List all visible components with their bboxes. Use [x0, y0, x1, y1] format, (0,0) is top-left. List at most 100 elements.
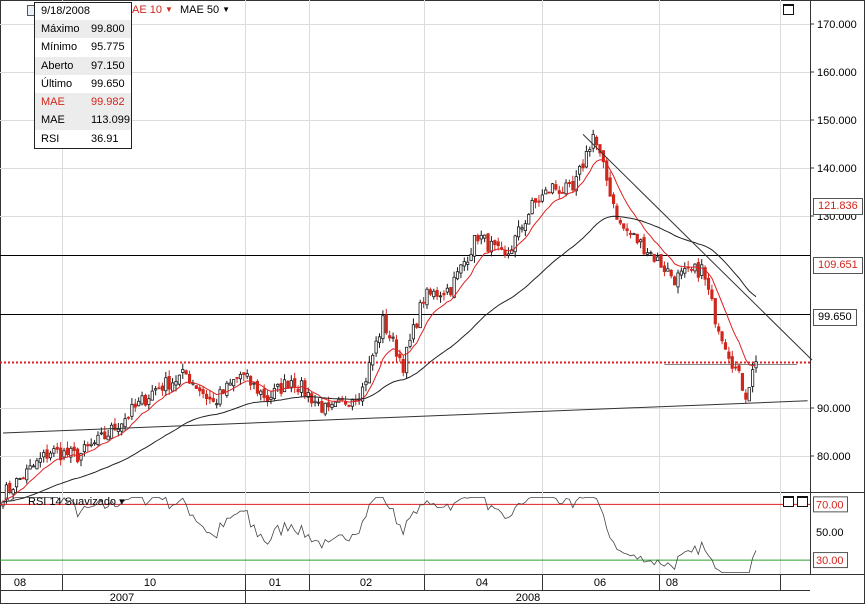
month-label: 04 — [476, 577, 488, 589]
candle-body — [31, 465, 36, 468]
candle-body — [408, 339, 412, 347]
candle-body — [147, 398, 151, 405]
candle-body — [215, 403, 219, 406]
candle-body — [381, 315, 385, 340]
candle-body — [296, 388, 300, 393]
candle-body — [717, 326, 721, 332]
month-label: 08 — [14, 577, 26, 589]
candle-body — [242, 372, 246, 375]
tooltip-row: Mínimo 95.775 — [35, 38, 131, 56]
candle-body — [21, 477, 25, 480]
candle-body — [676, 272, 680, 288]
candle-body — [249, 375, 253, 386]
candle-body — [533, 198, 538, 203]
mae50-indicator-button[interactable]: MAE 50 ▼ — [180, 4, 230, 16]
candle-body — [225, 382, 229, 396]
candle-body — [700, 264, 704, 276]
candle-body — [720, 331, 724, 342]
tooltip-row-value: 99.982 — [91, 96, 125, 109]
candle-body — [14, 478, 19, 488]
candle-body — [92, 442, 97, 445]
candle-body — [696, 262, 700, 278]
candle-body — [442, 292, 446, 296]
candle-body — [432, 290, 436, 298]
candle-body — [286, 380, 290, 389]
candle-body — [140, 395, 144, 405]
candle-body — [181, 369, 185, 373]
tooltip-row-label: RSI — [41, 132, 60, 145]
candle-body — [82, 444, 86, 453]
candle-body — [350, 399, 354, 407]
candle-body — [547, 191, 551, 194]
candle-body — [99, 432, 103, 435]
candle-body — [238, 373, 243, 380]
candle-body — [472, 234, 477, 257]
candle-body — [62, 450, 66, 458]
candle-body — [333, 401, 337, 407]
candle-body — [123, 418, 127, 428]
candle-body — [198, 387, 202, 392]
candle-body — [109, 424, 114, 439]
mae50-label: MAE 50 — [180, 4, 220, 16]
candle-body — [537, 200, 541, 203]
candle-body — [96, 434, 100, 446]
candle-body — [259, 390, 263, 395]
candle-body — [116, 428, 120, 432]
moving-averages — [2, 159, 757, 503]
candle-body — [710, 289, 714, 300]
tooltip-row-value: 36.91 — [91, 132, 119, 145]
candle-body — [591, 134, 595, 149]
tooltip-row: Último 99.650 — [35, 75, 131, 93]
level-tag-109651: 109.651 — [813, 257, 863, 274]
candle-body — [503, 249, 507, 256]
price-tick-label: 170.000 — [817, 19, 857, 31]
mae10-indicator-button[interactable]: AE 10 ▼ — [132, 4, 173, 16]
year-label: 2007 — [110, 592, 134, 604]
candle-body — [493, 240, 497, 246]
maximize-rsi-panel-icon[interactable] — [783, 496, 794, 507]
candle-body — [55, 446, 59, 450]
maximize-price-panel-icon[interactable] — [783, 4, 794, 15]
candle-body — [435, 290, 439, 297]
candle-body — [578, 165, 582, 175]
candle-body — [734, 366, 738, 369]
candle-body — [611, 194, 616, 205]
candle-body — [550, 183, 555, 194]
candle-body — [18, 478, 22, 480]
candle-body — [177, 374, 181, 385]
restore-rsi-panel-icon[interactable] — [797, 496, 808, 507]
tooltip-row: Aberto 97.150 — [35, 56, 131, 75]
tooltip-row: RSI 36.91 — [35, 130, 131, 148]
tooltip-row-label: MAE — [41, 96, 65, 109]
candle-body — [679, 270, 683, 276]
candle-body — [466, 261, 470, 265]
candle-body — [727, 351, 731, 359]
candle-body — [449, 287, 453, 296]
candle-body — [561, 191, 565, 194]
month-label: 01 — [269, 577, 281, 589]
tooltip-row-label: Máximo — [41, 23, 80, 35]
price-tick-label: 150.000 — [817, 115, 857, 127]
candle-body — [422, 301, 426, 304]
candle-body — [252, 382, 256, 385]
candle-body — [656, 256, 660, 262]
candle-body — [635, 233, 639, 244]
candle-body — [28, 465, 32, 470]
candle-body — [377, 336, 382, 344]
candle-body — [52, 448, 56, 454]
month-label: 08 — [666, 577, 678, 589]
candle-body — [744, 392, 748, 400]
tooltip-row-value: 99.650 — [91, 77, 125, 90]
candle-body — [689, 268, 694, 271]
candle-body — [279, 383, 283, 394]
candle-body — [530, 200, 534, 215]
tooltip-row: MAE 99.982 — [35, 93, 131, 112]
tooltip-date: 9/18/2008 — [41, 5, 90, 17]
candle-body — [642, 237, 646, 255]
candle-body — [649, 252, 653, 254]
price-tick-label: 140.000 — [817, 163, 857, 175]
candle-body — [567, 182, 572, 185]
year-label: 2008 — [516, 592, 540, 604]
candle-body — [201, 389, 205, 394]
candle-body — [683, 268, 687, 274]
